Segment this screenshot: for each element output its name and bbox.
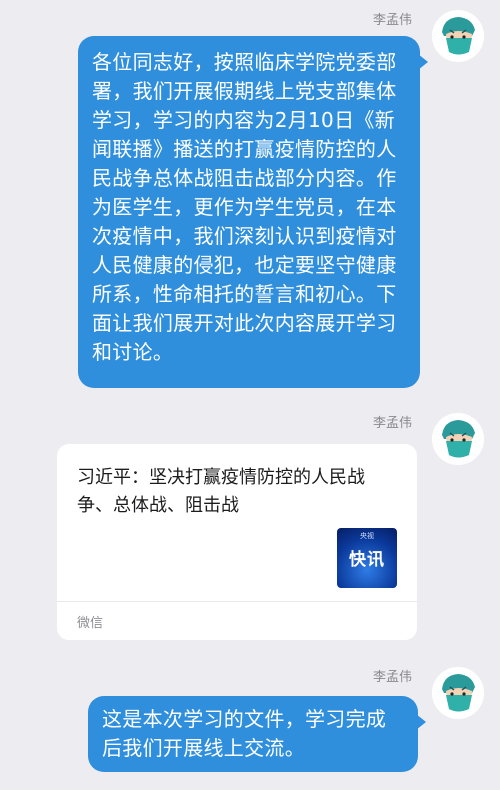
thumbnail-title: 快讯 bbox=[349, 550, 385, 570]
sender-name: 李孟伟 bbox=[372, 416, 412, 431]
message-bubble[interactable]: 各位同志好，按照临床学院党委部署，我们开展假期线上党支部集体学习，学习的内容为2… bbox=[78, 36, 428, 388]
avatar[interactable] bbox=[432, 10, 484, 62]
message-bubble[interactable]: 这是本次学习的文件，学习完成后我们开展线上交流。 bbox=[88, 696, 426, 772]
message-text: 这是本次学习的文件，学习完成后我们开展线上交流。 bbox=[102, 707, 387, 760]
card-divider bbox=[57, 601, 417, 602]
sender-name: 李孟伟 bbox=[372, 670, 412, 685]
nurse-avatar-icon bbox=[432, 10, 484, 62]
link-card[interactable]: 习近平：坚决打赢疫情防控的人民战争、总体战、阻击战 央视 快讯 微信 bbox=[57, 444, 417, 640]
sender-name: 李孟伟 bbox=[372, 13, 412, 28]
message-text: 各位同志好，按照临床学院党委部署，我们开展假期线上党支部集体学习，学习的内容为2… bbox=[92, 50, 397, 364]
card-source: 微信 bbox=[77, 616, 104, 631]
avatar[interactable] bbox=[432, 667, 484, 719]
nurse-avatar-icon bbox=[432, 667, 484, 719]
avatar[interactable] bbox=[432, 413, 484, 465]
thumbnail-caption: 央视 bbox=[360, 532, 374, 540]
card-title: 习近平：坚决打赢疫情防控的人民战争、总体战、阻击战 bbox=[77, 467, 365, 516]
nurse-avatar-icon bbox=[432, 413, 484, 465]
card-thumbnail: 央视 快讯 bbox=[337, 528, 397, 588]
